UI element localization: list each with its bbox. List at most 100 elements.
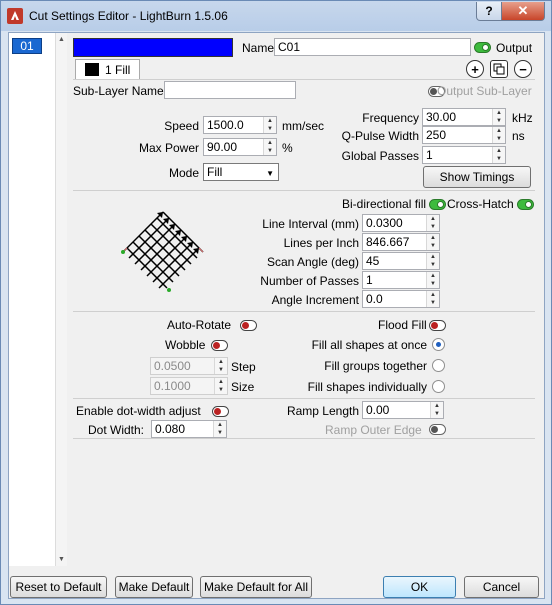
qpulse-spinbox[interactable]: 250 ▲ ▼: [422, 126, 506, 144]
ok-button[interactable]: OK: [383, 576, 456, 598]
tab-fill-label: 1 Fill: [105, 63, 131, 77]
auto-rotate-toggle[interactable]: [240, 320, 257, 331]
output-label: Output: [496, 41, 533, 55]
wobble-step-spinbox[interactable]: 0.0500 ▲ ▼: [150, 357, 228, 375]
name-label: Name: [242, 41, 275, 55]
flood-fill-label: Flood Fill: [378, 318, 427, 332]
scroll-up-arrow-icon[interactable]: ▲: [58, 36, 65, 43]
make-default-button[interactable]: Make Default: [115, 576, 193, 598]
fill-individually-radio[interactable]: [432, 380, 445, 393]
layer-list-scrollbar[interactable]: ▲ ▼: [55, 33, 67, 566]
show-timings-button[interactable]: Show Timings: [423, 166, 531, 188]
line-interval-label: Line Interval (mm): [262, 217, 359, 231]
angle-increment-label: Angle Increment: [271, 293, 359, 307]
dot-width-enable-toggle[interactable]: [212, 406, 229, 417]
chevron-down-icon: ▼: [266, 169, 274, 178]
line-interval-value: 0.0300: [366, 216, 403, 230]
dot-width-spinbox[interactable]: 0.080 ▲ ▼: [151, 420, 227, 438]
wobble-step-label: Step: [231, 360, 256, 374]
qpulse-label: Q-Pulse Width: [341, 129, 419, 143]
make-default-for-all-button[interactable]: Make Default for All: [200, 576, 312, 598]
cancel-button[interactable]: Cancel: [464, 576, 539, 598]
wobble-size-value: 0.1000: [154, 379, 191, 393]
frequency-label: Frequency: [362, 111, 419, 125]
layer-list[interactable]: 01 ▲ ▼: [9, 33, 67, 566]
sublayer-color-swatch: [85, 63, 99, 76]
ramp-length-spinbox[interactable]: 0.00 ▲ ▼: [362, 401, 444, 419]
wobble-size-spinbox[interactable]: 0.1000 ▲ ▼: [150, 377, 228, 395]
dot-width-label: Dot Width:: [88, 423, 145, 437]
title-buttons: ? ✕: [476, 2, 545, 22]
frequency-value: 30.00: [426, 110, 457, 124]
qpulse-value: 250: [426, 128, 447, 142]
flood-fill-toggle[interactable]: [429, 320, 446, 331]
help-button[interactable]: ?: [476, 2, 502, 21]
name-field[interactable]: C01: [274, 38, 471, 56]
close-button[interactable]: ✕: [502, 2, 545, 21]
title-bar[interactable]: Cut Settings Editor - LightBurn 1.5.06 ?…: [1, 1, 551, 31]
fill-all-shapes-radio[interactable]: [432, 338, 445, 351]
line-interval-spinbox[interactable]: 0.0300 ▲ ▼: [362, 214, 440, 232]
window-title: Cut Settings Editor - LightBurn 1.5.06: [29, 9, 228, 23]
ramp-length-label: Ramp Length: [286, 404, 359, 418]
maxpower-unit: %: [282, 141, 293, 155]
add-sublayer-button[interactable]: +: [466, 60, 484, 78]
dot-width-enable-label: Enable dot-width adjust: [76, 404, 201, 418]
scan-angle-label: Scan Angle (deg): [266, 255, 359, 269]
bidir-fill-toggle[interactable]: [429, 199, 446, 210]
duplicate-icon: [493, 63, 505, 75]
plus-circle-icon: +: [471, 61, 479, 77]
layer-item[interactable]: 01: [12, 38, 42, 54]
section-divider: [73, 311, 535, 312]
reset-to-default-button[interactable]: Reset to Default: [10, 576, 107, 598]
maxpower-spinbox[interactable]: 90.00 ▲ ▼: [203, 138, 277, 156]
lines-per-inch-spinbox[interactable]: 846.667 ▲ ▼: [362, 233, 440, 251]
speed-value: 1500.0: [207, 118, 244, 132]
section-divider: [73, 398, 535, 399]
sublayer-name-field[interactable]: [164, 81, 296, 99]
ramp-length-value: 0.00: [366, 403, 390, 417]
speed-label: Speed: [164, 119, 199, 133]
scan-angle-spinbox[interactable]: 45 ▲ ▼: [362, 252, 440, 270]
scan-angle-value: 45: [366, 254, 380, 268]
qpulse-unit: ns: [512, 129, 525, 143]
number-of-passes-spinbox[interactable]: 1 ▲ ▼: [362, 271, 440, 289]
wobble-step-value: 0.0500: [154, 359, 191, 373]
lightburn-app-icon: [7, 8, 23, 24]
wobble-label: Wobble: [165, 338, 206, 352]
globalpasses-label: Global Passes: [341, 149, 419, 163]
ramp-outer-edge-label: Ramp Outer Edge: [325, 423, 422, 437]
minus-circle-icon: −: [519, 61, 527, 77]
speed-spinbox[interactable]: 1500.0 ▲ ▼: [203, 116, 277, 134]
output-toggle[interactable]: [474, 42, 491, 53]
tab-fill[interactable]: 1 Fill: [75, 59, 140, 79]
remove-sublayer-button[interactable]: −: [514, 60, 532, 78]
crosshatch-toggle[interactable]: [517, 199, 534, 210]
crosshatch-label: Cross-Hatch: [447, 197, 514, 211]
duplicate-sublayer-button[interactable]: [490, 60, 508, 78]
mode-select[interactable]: Fill ▼: [203, 163, 279, 181]
fill-groups-label: Fill groups together: [324, 359, 427, 373]
dialog-client-area: 01 ▲ ▼ Name C01 Output 1 Fill + − Sub-La…: [8, 32, 545, 599]
angle-increment-value: 0.0: [366, 292, 383, 306]
bidir-fill-label: Bi-directional fill: [342, 197, 427, 211]
wobble-size-label: Size: [231, 380, 255, 394]
globalpasses-spinbox[interactable]: 1 ▲ ▼: [422, 146, 506, 164]
lines-per-inch-label: Lines per Inch: [283, 236, 359, 250]
globalpasses-value: 1: [426, 148, 433, 162]
fill-all-shapes-label: Fill all shapes at once: [311, 338, 427, 352]
scroll-down-arrow-icon[interactable]: ▼: [58, 556, 65, 563]
frequency-spinbox[interactable]: 30.00 ▲ ▼: [422, 108, 506, 126]
number-of-passes-value: 1: [366, 273, 373, 287]
frequency-unit: kHz: [512, 111, 533, 125]
layer-color-swatch[interactable]: [73, 38, 233, 57]
fill-groups-radio[interactable]: [432, 359, 445, 372]
maxpower-value: 90.00: [207, 140, 238, 154]
mode-value: Fill: [207, 165, 223, 179]
ramp-outer-edge-toggle[interactable]: [429, 424, 446, 435]
wobble-toggle[interactable]: [211, 340, 228, 351]
fill-pattern-preview: [121, 211, 204, 292]
fill-individually-label: Fill shapes individually: [307, 380, 427, 394]
tab-divider: [73, 79, 535, 80]
angle-increment-spinbox[interactable]: 0.0 ▲ ▼: [362, 290, 440, 308]
